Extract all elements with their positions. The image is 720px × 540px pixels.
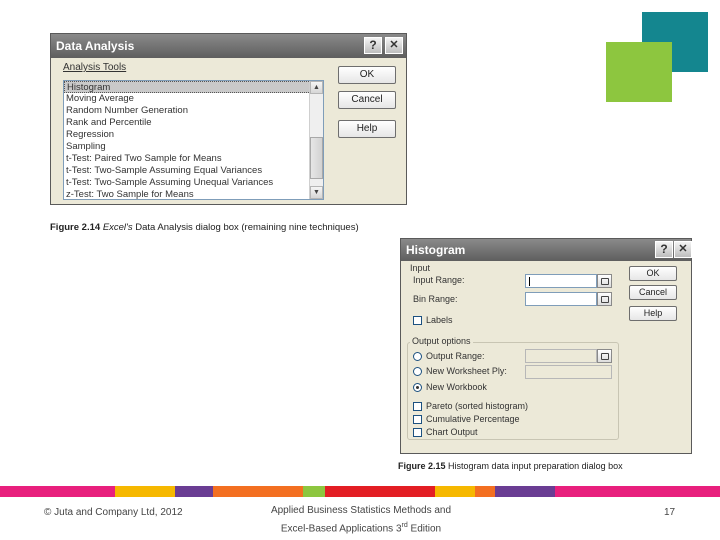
input-group-title: Input: [410, 263, 431, 273]
list-item-regression[interactable]: Regression: [64, 129, 323, 141]
scroll-up-icon[interactable]: ▲: [310, 81, 323, 94]
chart-output-label: Chart Output: [426, 427, 478, 437]
stripe-segment: [643, 486, 720, 497]
new-worksheet-radio[interactable]: [413, 367, 422, 376]
stripe-segment: [303, 486, 325, 497]
histogram-help-button[interactable]: Help: [629, 306, 677, 321]
input-range-ref-icon[interactable]: [597, 274, 612, 288]
figure-2-14-text: Data Analysis dialog box (remaining nine…: [135, 222, 359, 233]
histogram-help-title-button[interactable]: ?: [655, 241, 673, 258]
page-number: 17: [664, 507, 676, 518]
histogram-titlebar: Histogram: [401, 239, 691, 261]
output-range-ref-icon[interactable]: [597, 349, 612, 363]
listbox-scrollbar[interactable]: ▲ ▼: [309, 81, 323, 199]
list-item-random-number-generation[interactable]: Random Number Generation: [64, 105, 323, 117]
figure-2-15-label: Figure 2.15: [398, 461, 446, 471]
stripe-segment: [213, 486, 303, 497]
decor-square-green: [606, 42, 672, 102]
list-item-moving-average[interactable]: Moving Average: [64, 93, 323, 105]
stripe-segment: [555, 486, 643, 497]
text-cursor: [529, 277, 530, 286]
list-item-t-test-unequal[interactable]: t-Test: Two-Sample Assuming Unequal Vari…: [64, 177, 323, 189]
scroll-thumb[interactable]: [310, 137, 323, 179]
stripe-segment: [115, 486, 175, 497]
stripe-segment: [175, 486, 213, 497]
footer-book-line1: Applied Business Statistics Methods and: [270, 505, 452, 516]
output-range-radio[interactable]: [413, 352, 422, 361]
histogram-ok-button[interactable]: OK: [629, 266, 677, 281]
close-title-button[interactable]: ✕: [385, 37, 403, 54]
histogram-dialog: Histogram ? ✕ Input Input Range: Bin Ran…: [400, 238, 692, 454]
list-item-t-test-equal[interactable]: t-Test: Two-Sample Assuming Equal Varian…: [64, 165, 323, 177]
analysis-tools-listbox[interactable]: Histogram Moving Average Random Number G…: [63, 80, 324, 200]
footer-book-title: Applied Business Statistics Methods and …: [250, 503, 472, 536]
help-button[interactable]: Help: [338, 120, 396, 138]
histogram-close-title-button[interactable]: ✕: [674, 241, 692, 258]
data-analysis-titlebar: Data Analysis: [51, 34, 406, 58]
labels-label: Labels: [426, 315, 453, 325]
help-title-button[interactable]: ?: [364, 37, 382, 54]
data-analysis-dialog: Data Analysis ? ✕ Analysis Tools Histogr…: [50, 33, 407, 205]
ok-button[interactable]: OK: [338, 66, 396, 84]
stripe-segment: [475, 486, 495, 497]
output-options-title: Output options: [410, 336, 473, 346]
figure-2-14-caption: Figure 2.14 Excel's Data Analysis dialog…: [50, 222, 359, 233]
input-range-label: Input Range:: [413, 275, 465, 285]
list-item-sampling[interactable]: Sampling: [64, 141, 323, 153]
new-worksheet-field[interactable]: [525, 365, 612, 379]
pareto-label: Pareto (sorted histogram): [426, 401, 529, 411]
footer-copyright: © Juta and Company Ltd, 2012: [44, 507, 183, 518]
output-range-label: Output Range:: [426, 351, 485, 361]
pareto-checkbox[interactable]: [413, 402, 422, 411]
analysis-tools-label: Analysis Tools: [63, 62, 127, 73]
scroll-down-icon[interactable]: ▼: [310, 186, 323, 199]
bin-range-label: Bin Range:: [413, 294, 458, 304]
footer-book-line2: Excel-Based Applications 3: [280, 523, 402, 535]
new-worksheet-label: New Worksheet Ply:: [426, 366, 507, 376]
stripe-segment: [0, 486, 115, 497]
histogram-title: Histogram: [406, 243, 466, 257]
cancel-button[interactable]: Cancel: [338, 91, 396, 109]
output-range-field[interactable]: [525, 349, 597, 363]
figure-2-15-caption: Figure 2.15 Histogram data input prepara…: [398, 461, 623, 471]
footer-book-edition: Edition: [407, 523, 442, 535]
figure-2-14-label: Figure 2.14: [50, 222, 101, 233]
figure-2-15-text: Histogram data input preparation dialog …: [448, 461, 623, 471]
stripe-segment: [495, 486, 555, 497]
figure-2-14-italic: Excel's: [102, 222, 133, 233]
data-analysis-title: Data Analysis: [56, 39, 135, 53]
labels-checkbox[interactable]: [413, 316, 422, 325]
new-workbook-label: New Workbook: [426, 382, 487, 392]
cumulative-percentage-label: Cumulative Percentage: [426, 414, 520, 424]
histogram-cancel-button[interactable]: Cancel: [629, 285, 677, 300]
list-item-t-test-paired[interactable]: t-Test: Paired Two Sample for Means: [64, 153, 323, 165]
list-item-rank-and-percentile[interactable]: Rank and Percentile: [64, 117, 323, 129]
new-workbook-radio[interactable]: [413, 383, 422, 392]
list-item-z-test[interactable]: z-Test: Two Sample for Means: [64, 189, 323, 199]
bin-range-ref-icon[interactable]: [597, 292, 612, 306]
stripe-segment: [325, 486, 435, 497]
stripe-segment: [435, 486, 475, 497]
list-item-histogram[interactable]: Histogram: [64, 81, 323, 93]
bin-range-field[interactable]: [525, 292, 597, 306]
chart-output-checkbox[interactable]: [413, 428, 422, 437]
input-range-field[interactable]: [525, 274, 597, 288]
cumulative-percentage-checkbox[interactable]: [413, 415, 422, 424]
